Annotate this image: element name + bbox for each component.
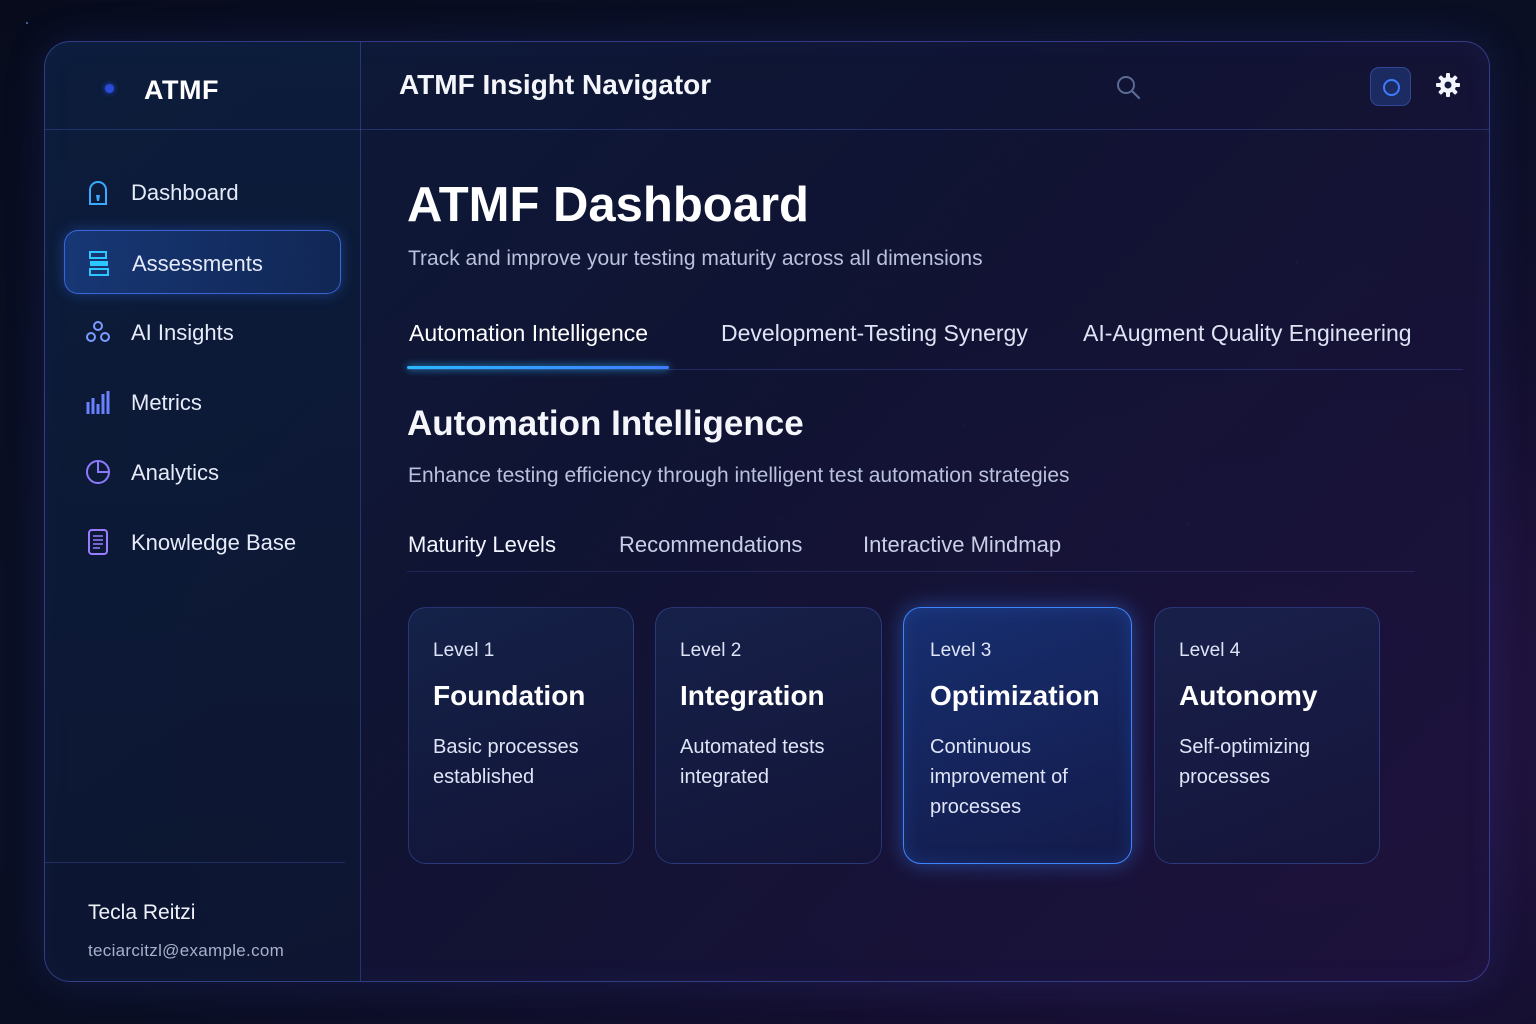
app-title: ATMF Insight Navigator <box>399 69 712 100</box>
bar-chart-icon <box>86 391 110 414</box>
card-level: Level 2 <box>680 640 742 661</box>
card-title: Integration <box>680 680 825 711</box>
brand-logo-dot <box>105 84 114 93</box>
page-subtitle: Track and improve your testing maturity … <box>408 247 983 270</box>
sidebar-item-ai-insights[interactable]: AI Insights <box>64 300 341 364</box>
circle-icon <box>1383 79 1400 96</box>
card-title: Optimization <box>930 680 1100 711</box>
active-tab-indicator <box>407 366 669 369</box>
user-name: Tecla Reitzi <box>88 901 196 924</box>
sidebar: ATMF Dashboard Assessments AI Insights M… <box>45 42 361 981</box>
dimension-tabs: Automation Intelligence Development-Test… <box>407 320 1463 370</box>
user-profile[interactable]: Tecla Reitzi teciarcitzl@example.com <box>45 862 345 981</box>
maturity-level-card-selected[interactable]: Level 3 Optimization Continuous improvem… <box>903 607 1132 864</box>
section-subtabs: Maturity Levels Recommendations Interact… <box>407 530 1415 572</box>
sidebar-item-label: AI Insights <box>131 320 234 345</box>
sidebar-item-dashboard[interactable]: Dashboard <box>64 160 341 224</box>
search-icon[interactable] <box>1114 73 1142 101</box>
card-description: Continuous improvement of processes <box>930 736 1068 818</box>
network-icon <box>86 321 110 342</box>
section-title: Automation Intelligence <box>407 404 804 443</box>
status-toggle-button[interactable] <box>1370 67 1411 106</box>
card-description: Self-optimizing processes <box>1179 736 1311 788</box>
section-subtitle: Enhance testing efficiency through intel… <box>408 464 1070 487</box>
card-description: Automated tests integrated <box>680 736 825 788</box>
page-title: ATMF Dashboard <box>407 178 809 232</box>
brand-name: ATMF <box>144 75 219 105</box>
card-level: Level 4 <box>1179 640 1241 661</box>
tab-ai-augment-quality-engineering[interactable]: AI-Augment Quality Engineering <box>1083 320 1412 370</box>
lock-icon <box>89 181 107 205</box>
star-decoration <box>26 22 28 24</box>
brand: ATMF <box>45 42 361 130</box>
tab-development-testing-synergy[interactable]: Development-Testing Synergy <box>721 320 1028 370</box>
user-email: teciarcitzl@example.com <box>88 941 285 960</box>
subtab-maturity-levels[interactable]: Maturity Levels <box>408 532 556 558</box>
subtab-recommendations[interactable]: Recommendations <box>619 532 802 558</box>
app-window: ATMF Dashboard Assessments AI Insights M… <box>44 41 1490 982</box>
gear-icon[interactable] <box>1435 72 1461 98</box>
sidebar-item-label: Dashboard <box>131 180 239 205</box>
card-level: Level 1 <box>433 640 495 661</box>
sidebar-item-label: Knowledge Base <box>131 530 297 555</box>
top-bar: ATMF Insight Navigator <box>361 42 1489 130</box>
sidebar-nav: Dashboard Assessments AI Insights Metric… <box>64 160 341 580</box>
tab-automation-intelligence[interactable]: Automation Intelligence <box>409 320 648 370</box>
assessment-icon <box>89 251 109 276</box>
maturity-level-card[interactable]: Level 1 Foundation Basic processes estab… <box>408 607 634 864</box>
maturity-level-card[interactable]: Level 4 Autonomy Self-optimizing process… <box>1154 607 1380 864</box>
maturity-level-card[interactable]: Level 2 Integration Automated tests inte… <box>655 607 882 864</box>
sidebar-item-label: Metrics <box>131 390 202 415</box>
card-description: Basic processes established <box>433 736 579 788</box>
document-icon <box>88 529 108 555</box>
card-level: Level 3 <box>930 640 992 661</box>
pie-chart-icon <box>86 460 110 484</box>
sidebar-item-label: Assessments <box>132 251 263 276</box>
card-title: Foundation <box>433 680 586 711</box>
subtab-interactive-mindmap[interactable]: Interactive Mindmap <box>863 532 1061 558</box>
sidebar-item-label: Analytics <box>131 460 220 485</box>
card-title: Autonomy <box>1179 680 1318 711</box>
main-content: ATMF Dashboard Track and improve your te… <box>361 130 1489 981</box>
sidebar-item-metrics[interactable]: Metrics <box>64 370 341 434</box>
sidebar-item-assessments[interactable]: Assessments <box>64 230 341 294</box>
sidebar-item-knowledge-base[interactable]: Knowledge Base <box>64 510 341 574</box>
sidebar-item-analytics[interactable]: Analytics <box>64 440 341 504</box>
